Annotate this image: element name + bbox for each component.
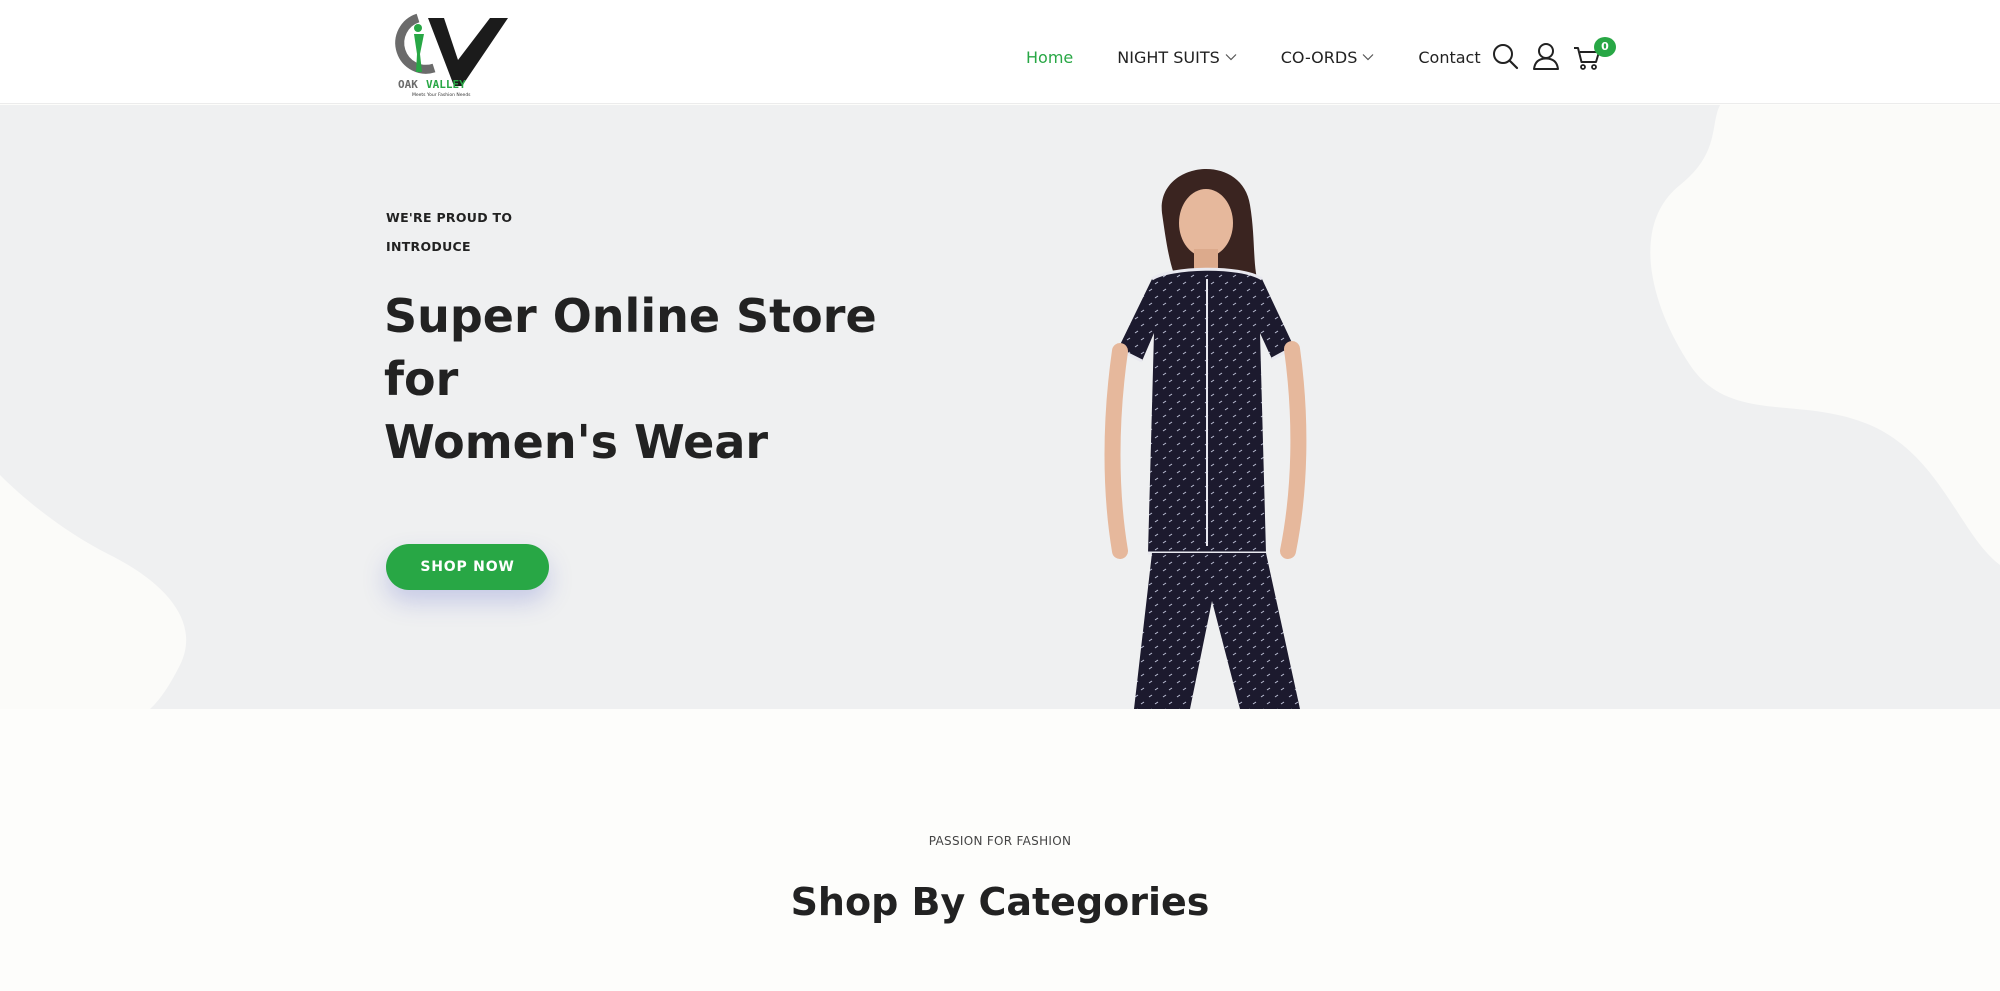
hero-eyebrow-line2: INTRODUCE — [386, 239, 471, 254]
nav-co-ords-label: CO-ORDS — [1280, 47, 1358, 67]
search-button[interactable] — [1490, 40, 1520, 72]
cart-count-badge: 0 — [1594, 37, 1616, 57]
user-icon — [1533, 43, 1559, 70]
hero-title-line3: Women's Wear — [384, 415, 769, 469]
shop-now-button[interactable]: SHOP NOW — [386, 544, 549, 590]
hero-eyebrow: WE'RE PROUD TO INTRODUCE — [386, 203, 586, 261]
categories-eyebrow: PASSION FOR FASHION — [928, 834, 1072, 848]
nav-night-suits-label: NIGHT SUITS — [1117, 47, 1220, 67]
nav-night-suits[interactable]: NIGHT SUITS — [1117, 48, 1237, 67]
categories-title: Shop By Categories — [790, 880, 1210, 924]
nav-contact-label: Contact — [1418, 47, 1481, 67]
hero-model-image — [1104, 168, 1307, 709]
decorative-blob-left — [0, 475, 187, 709]
nav-co-ords[interactable]: CO-ORDS — [1281, 48, 1375, 67]
site-header: OAK VALLEY Meets Your Fashion Needs Home… — [0, 0, 2000, 104]
decorative-blob-right — [1650, 105, 2000, 565]
nav-home[interactable]: Home — [1026, 48, 1073, 67]
oak-valley-logo-mark: OAK VALLEY Meets Your Fashion Needs — [395, 13, 508, 98]
hero-eyebrow-line1: WE'RE PROUD TO — [386, 210, 513, 225]
logo-tagline: Meets Your Fashion Needs — [412, 92, 471, 98]
hero-title-line2: for — [384, 352, 459, 406]
nav-home-label: Home — [1026, 47, 1074, 67]
nav-contact[interactable]: Contact — [1418, 48, 1480, 67]
brand-logo[interactable]: OAK VALLEY Meets Your Fashion Needs — [382, 10, 518, 100]
main-nav: Home NIGHT SUITS CO-ORDS Contact — [1026, 46, 1481, 68]
hero-title: Super Online Store for Women's Wear — [384, 285, 904, 474]
search-icon — [1493, 44, 1519, 70]
logo-wordmark-valley: VALLEY — [426, 78, 466, 91]
hero-title-line1: Super Online Store — [384, 289, 877, 343]
hero-banner: WE'RE PROUD TO INTRODUCE Super Online St… — [0, 105, 2000, 709]
logo-wordmark-oak: OAK — [398, 78, 418, 91]
chevron-down-icon — [1225, 54, 1237, 61]
account-button[interactable] — [1531, 40, 1561, 72]
chevron-down-icon — [1362, 54, 1374, 61]
